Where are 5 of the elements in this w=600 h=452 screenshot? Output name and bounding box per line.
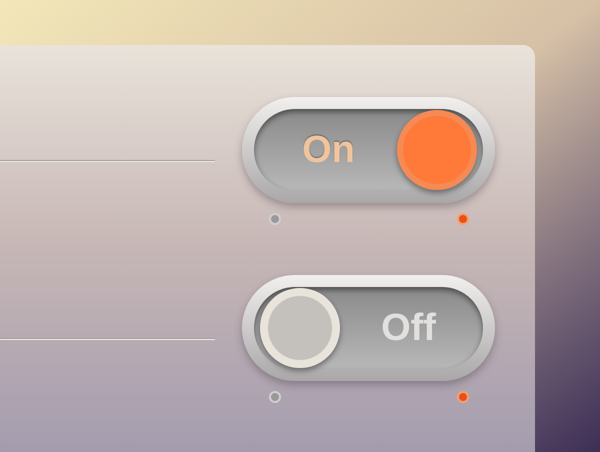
toggle-label: Off <box>380 306 437 350</box>
toggle-switch[interactable]: Off <box>242 275 495 381</box>
toggle-knob[interactable] <box>397 110 477 190</box>
toggle-switch[interactable]: On <box>242 97 495 203</box>
toggle-label: On <box>301 128 356 172</box>
